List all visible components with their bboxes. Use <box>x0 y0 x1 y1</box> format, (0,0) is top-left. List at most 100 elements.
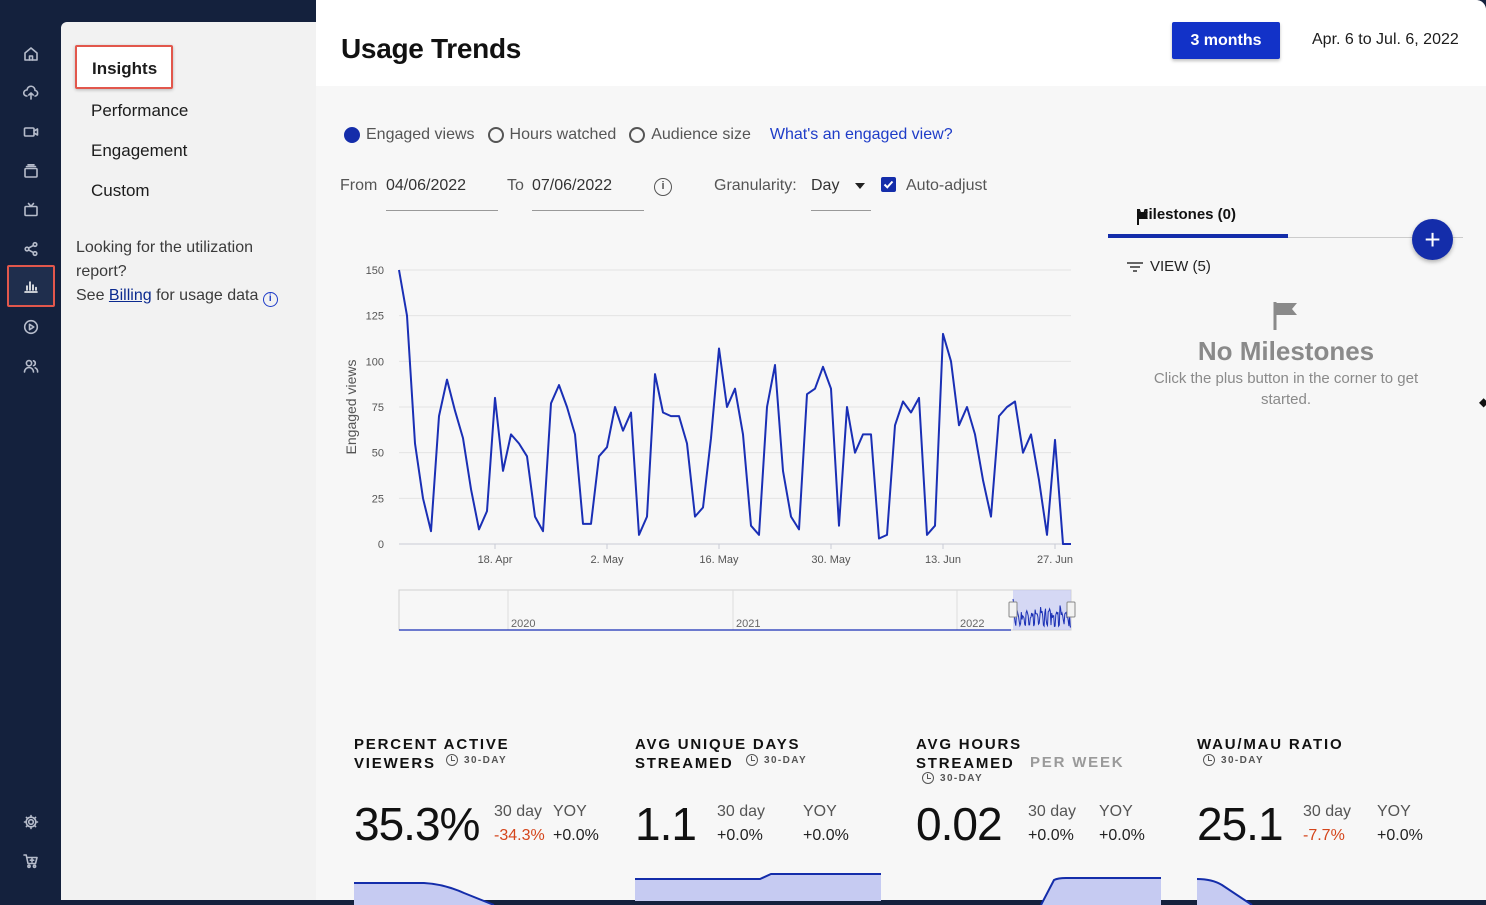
analytics-icon[interactable] <box>7 265 55 307</box>
radio-empty-icon <box>487 127 504 143</box>
upload-icon[interactable] <box>18 80 44 106</box>
x-tick-label: 27. Jun <box>1037 554 1073 566</box>
from-date-input[interactable]: 04/06/2022 <box>386 177 498 211</box>
auto-adjust-label: Auto-adjust <box>906 177 987 194</box>
kpi-change-label: YOY <box>553 803 587 820</box>
y-axis-label: Engaged views <box>343 360 359 455</box>
kpi-change-value: +0.0% <box>553 827 599 844</box>
kpi-value: 0.02 <box>916 798 1003 850</box>
icon-rail <box>0 0 61 900</box>
kpi-change-label: 30 day <box>494 803 543 820</box>
radio-hours-watched[interactable]: Hours watched <box>487 126 617 144</box>
info-icon[interactable]: i <box>262 292 278 307</box>
kpi-badge-text: 30-DAY <box>764 754 808 766</box>
add-milestone-button[interactable]: + <box>1412 219 1453 260</box>
radio-label: Hours watched <box>509 126 617 143</box>
clock-icon <box>1203 754 1215 766</box>
filter-icon <box>1127 261 1143 272</box>
kpi-title-suffix-text: PER WEEK <box>1030 754 1125 771</box>
kpi-change-30day: 30 day +0.0% <box>1028 800 1076 848</box>
kpi-card-avg-hours-streamed: AVG HOURS STREAMED PER WEEK 30-DAY 0.02 … <box>916 735 1176 905</box>
share-icon[interactable] <box>18 236 44 262</box>
settings-icon[interactable] <box>18 809 44 835</box>
kpi-value: 25.1 <box>1197 798 1284 850</box>
navigator-year-label: 2021 <box>736 618 760 630</box>
x-tick-label: 30. May <box>811 554 851 566</box>
kpi-change-label: YOY <box>1377 803 1411 820</box>
kpi-sparkline <box>354 882 495 905</box>
utilization-note-see: See <box>76 287 105 304</box>
clock-icon <box>446 754 458 766</box>
kpi-sparkline <box>1197 878 1253 905</box>
kpi-change-value: -34.3% <box>494 827 545 844</box>
metric-selector: Engaged views Hours watched Audience siz… <box>344 126 953 144</box>
granularity-label: Granularity: <box>714 177 797 194</box>
x-tick-label: 18. Apr <box>478 554 513 566</box>
kpi-title-suffix: PER WEEK <box>1030 753 1124 772</box>
home-icon[interactable] <box>18 41 44 67</box>
kpi-badge-text: 30-DAY <box>1221 754 1265 766</box>
view-filter-label: VIEW (5) <box>1150 258 1211 275</box>
navigator-handle[interactable] <box>1066 601 1076 618</box>
kpi-change-label: YOY <box>803 803 837 820</box>
kpi-title: WAU/MAU RATIO <box>1197 735 1457 754</box>
empty-flag-icon <box>1273 302 1297 330</box>
navigator-year-label: 2020 <box>511 618 535 630</box>
tv-icon[interactable] <box>18 197 44 223</box>
kpi-change-30day: 30 day +0.0% <box>717 800 765 848</box>
kpi-change-value: +0.0% <box>1377 827 1423 844</box>
subnav-item-engagement[interactable]: Engagement <box>91 141 187 161</box>
kpi-badge: 30-DAY <box>1203 754 1264 766</box>
subnav-item-insights[interactable]: Insights <box>75 45 173 89</box>
granularity-select[interactable]: Day <box>811 177 871 211</box>
y-tick-label: 50 <box>372 448 384 460</box>
empty-state-title: No Milestones <box>1197 336 1375 366</box>
x-tick-label: 13. Jun <box>925 554 961 566</box>
view-filter-button[interactable]: VIEW (5) <box>1126 258 1211 275</box>
kpi-change-label: 30 day <box>1028 803 1077 820</box>
kpi-change-label: 30 day <box>717 803 766 820</box>
subnav-item-custom[interactable]: Custom <box>91 181 150 201</box>
date-range-button[interactable]: 3 months <box>1172 22 1280 59</box>
kpi-change-value: +0.0% <box>1028 827 1074 844</box>
y-tick-label: 25 <box>372 493 384 505</box>
engaged-views-chart: 0 25 50 75 100 125 150 Engaged views 18. Apr 2. M… <box>343 265 1076 631</box>
date-info-icon[interactable]: i <box>654 178 672 196</box>
utilization-note: Looking for the utilization report? See … <box>76 236 301 308</box>
navigator-handle[interactable] <box>1008 601 1018 618</box>
kpi-badge: 30-DAY <box>922 772 983 784</box>
engaged-view-help-link[interactable]: What's an engaged view? <box>770 126 953 144</box>
kpi-badge: 30-DAY <box>446 754 507 766</box>
y-tick-label: 0 <box>378 539 384 551</box>
date-range-text: Apr. 6 to Jul. 6, 2022 <box>1312 31 1459 48</box>
library-icon[interactable] <box>18 158 44 184</box>
y-tick-label: 150 <box>366 265 384 277</box>
video-icon[interactable] <box>18 119 44 145</box>
kpi-card-avg-unique-days: AVG UNIQUE DAYS STREAMED 30-DAY 1.1 30 d… <box>635 735 895 901</box>
to-date-input[interactable]: 07/06/2022 <box>532 177 644 211</box>
insights-subnav: Insights Performance Engagement Custom L… <box>61 22 316 900</box>
kpi-badge-text: 30-DAY <box>464 754 508 766</box>
radio-audience-size[interactable]: Audience size <box>629 126 751 144</box>
resize-handle-icon[interactable]: ◆ <box>1479 395 1486 409</box>
chevron-down-icon <box>855 183 865 189</box>
kpi-change-30day: 30 day -7.7% <box>1303 800 1351 848</box>
subnav-item-performance[interactable]: Performance <box>91 101 188 121</box>
navigator-selection <box>1013 590 1071 630</box>
users-icon[interactable] <box>18 353 44 379</box>
utilization-note-tail: for usage data <box>156 287 259 304</box>
cart-icon[interactable] <box>18 848 44 874</box>
kpi-change-yoy: YOY +0.0% <box>553 800 599 848</box>
granularity-value: Day <box>811 177 840 194</box>
flag-icon <box>1137 211 1148 225</box>
auto-adjust-checkbox[interactable] <box>881 177 896 192</box>
radio-engaged-views[interactable]: Engaged views <box>344 126 475 144</box>
radio-empty-icon <box>629 127 646 143</box>
kpi-change-value: +0.0% <box>717 827 763 844</box>
tab-milestones[interactable]: Milestones (0) <box>1108 206 1288 238</box>
x-tick-label: 2. May <box>590 554 624 566</box>
play-circle-icon[interactable] <box>18 314 44 340</box>
navigator-year-label: 2022 <box>960 618 984 630</box>
kpi-badge: 30-DAY <box>746 754 807 766</box>
billing-link[interactable]: Billing <box>109 287 152 304</box>
